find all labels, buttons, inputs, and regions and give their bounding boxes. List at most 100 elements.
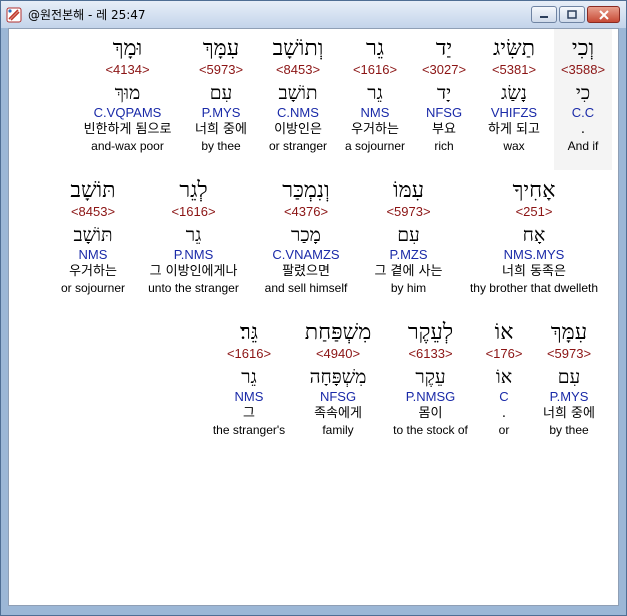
morphology-code[interactable]: C.NMS <box>277 105 319 121</box>
strongs-number[interactable]: <8453> <box>71 204 115 220</box>
strongs-number[interactable]: <5973> <box>386 204 430 220</box>
word-0-0[interactable]: וְכִי <3588> כִי C.C . And if <box>554 29 612 170</box>
hebrew-word: תּוֹשָׁב <box>70 178 116 203</box>
morphology-code[interactable]: P.MYS <box>202 105 241 121</box>
word-0-4[interactable]: וְתוֹשָׁב <8453> תוֹשָׁב C.NMS 이방인은 or s… <box>262 36 334 154</box>
word-1-1[interactable]: עִמּוֹ <5973> עִם P.MZS 그 곁에 사는 by him <box>362 178 455 296</box>
english-gloss: wax <box>503 139 525 153</box>
english-gloss: unto the stranger <box>148 281 239 295</box>
korean-gloss: 족속에게 <box>314 406 362 421</box>
strongs-number[interactable]: <4940> <box>316 346 360 362</box>
maximize-button[interactable] <box>559 6 585 23</box>
word-2-4[interactable]: גֵּר׃ <1616> גֵר NMS 그 the stranger's <box>207 320 291 438</box>
title-bar[interactable]: @원전본해 - 레 25:47 <box>1 1 626 28</box>
word-0-2[interactable]: יַד <3027> יָד NFSG 부요 rich <box>414 36 474 154</box>
korean-gloss: 그 <box>243 406 255 421</box>
strongs-number[interactable]: <3027> <box>422 62 466 78</box>
korean-gloss: 몸이 <box>418 406 443 421</box>
hebrew-root: גֵר <box>367 82 383 104</box>
hebrew-word: וְתוֹשָׁב <box>272 36 324 61</box>
hebrew-root: אוֹ <box>495 366 513 388</box>
hebrew-word: לְגֵר <box>179 178 208 203</box>
korean-gloss: . <box>580 122 586 137</box>
morphology-code[interactable]: NFSG <box>426 105 462 121</box>
korean-gloss: 우거하는 <box>69 264 117 279</box>
hebrew-root: עִם <box>209 82 233 104</box>
word-0-3[interactable]: גֵר <1616> גֵר NMS 우거하는 a sojourner <box>339 36 411 154</box>
english-gloss: the stranger's <box>212 423 286 437</box>
morphology-code[interactable]: VHIFZS <box>491 105 537 121</box>
korean-gloss: 그 이방인에게나 <box>149 264 238 279</box>
hebrew-root: תוֹשָׁב <box>278 82 318 104</box>
word-0-1[interactable]: תַשִּׂיג <5381> נָשַׂג VHIFZS 하게 되고 wax <box>479 36 549 154</box>
word-1-4[interactable]: תּוֹשָׁב <8453> תּוֹשָׁב NMS 우거하는 or soj… <box>53 178 133 296</box>
morphology-code[interactable]: C.VNAMZS <box>272 247 339 263</box>
morphology-code[interactable]: P.MYS <box>550 389 589 405</box>
korean-gloss: 이방인은 <box>274 122 322 137</box>
close-button[interactable] <box>587 6 620 23</box>
english-gloss: by him <box>390 281 427 295</box>
english-gloss: rich <box>434 139 454 153</box>
close-icon <box>598 9 609 20</box>
morphology-code[interactable]: P.NMS <box>174 247 214 263</box>
strongs-number[interactable]: <5973> <box>199 62 243 78</box>
hebrew-word: וְכִי <box>571 36 595 61</box>
strongs-number[interactable]: <4134> <box>105 62 149 78</box>
word-1-2[interactable]: וְנִמְכַּר <4376> מָכַר C.VNAMZS 팔렸으면 an… <box>254 178 358 296</box>
hebrew-root: עֵקֶר <box>415 366 446 388</box>
morphology-code[interactable]: NMS <box>361 105 390 121</box>
morphology-code[interactable]: P.NMSG <box>406 389 456 405</box>
strongs-number[interactable]: <5381> <box>492 62 536 78</box>
word-0-6[interactable]: וּמָךְ <4134> מוּךְ C.VQPAMS 빈한하게 됨으로 an… <box>75 36 180 154</box>
minimize-button[interactable] <box>531 6 557 23</box>
strongs-number[interactable]: <176> <box>486 346 523 362</box>
english-gloss: and sell himself <box>264 281 348 295</box>
english-gloss: and-wax poor <box>91 139 164 153</box>
hebrew-word: עִמָּךְ <box>550 320 588 345</box>
strongs-number[interactable]: <4376> <box>284 204 328 220</box>
hebrew-root: נָשַׂג <box>501 82 527 104</box>
hebrew-root: אָח <box>522 224 546 246</box>
hebrew-root: מִשְׁפָּחָה <box>309 366 367 388</box>
korean-gloss: . <box>501 406 507 421</box>
interlinear-view[interactable]: וְכִי <3588> כִי C.C . And if תַשִּׂיג <… <box>8 28 619 606</box>
morphology-code[interactable]: NMS <box>79 247 108 263</box>
strongs-number[interactable]: <1616> <box>227 346 271 362</box>
strongs-number[interactable]: <6133> <box>408 346 452 362</box>
korean-gloss: 팔렸으면 <box>282 264 330 279</box>
strongs-number[interactable]: <251> <box>516 204 553 220</box>
strongs-number[interactable]: <8453> <box>276 62 320 78</box>
morphology-code[interactable]: NMS <box>235 389 264 405</box>
morphology-code[interactable]: NMS.MYS <box>504 247 565 263</box>
korean-gloss: 그 곁에 사는 <box>374 264 443 279</box>
hebrew-word: יַד <box>435 36 453 61</box>
maximize-icon <box>567 9 577 19</box>
strongs-number[interactable]: <3588> <box>561 62 605 78</box>
morphology-code[interactable]: P.MZS <box>389 247 427 263</box>
word-2-2[interactable]: לְעֵקֶר <6133> עֵקֶר P.NMSG 몸이 to the st… <box>384 320 477 438</box>
bible-app-icon[interactable] <box>6 7 22 23</box>
hebrew-root: גֵר <box>185 224 202 246</box>
word-2-3[interactable]: מִשְׁפַּחַת <4940> מִשְׁפָּחָה NFSG 족속에게… <box>295 320 381 438</box>
morphology-code[interactable]: C.C <box>572 105 594 121</box>
word-2-1[interactable]: אוֹ <176> אוֹ C . or <box>481 320 527 438</box>
english-gloss: And if <box>567 139 599 153</box>
strongs-number[interactable]: <1616> <box>171 204 215 220</box>
word-2-0[interactable]: עִמָּךְ <5973> עִם P.MYS 너희 중에 by thee <box>531 320 607 438</box>
korean-gloss: 부요 <box>432 122 456 137</box>
morphology-code[interactable]: NFSG <box>320 389 356 405</box>
korean-gloss: 너희 중에 <box>543 406 595 421</box>
word-1-0[interactable]: אָחִיךָ <251> אָח NMS.MYS 너희 동족은 thy bro… <box>459 178 609 296</box>
morphology-code[interactable]: C <box>499 389 508 405</box>
word-0-5[interactable]: עִמָּךְ <5973> עִם P.MYS 너희 중에 by thee <box>185 36 257 154</box>
strongs-number[interactable]: <5973> <box>547 346 591 362</box>
english-gloss: by thee <box>201 139 241 153</box>
english-gloss: or stranger <box>268 139 328 153</box>
english-gloss: or <box>498 423 510 437</box>
word-1-3[interactable]: לְגֵר <1616> גֵר P.NMS 그 이방인에게나 unto the… <box>137 178 250 296</box>
hebrew-root: עִם <box>397 224 420 246</box>
hebrew-root: תּוֹשָׁב <box>73 224 113 246</box>
hebrew-word: לְעֵקֶר <box>407 320 454 345</box>
strongs-number[interactable]: <1616> <box>353 62 397 78</box>
morphology-code[interactable]: C.VQPAMS <box>94 105 162 121</box>
